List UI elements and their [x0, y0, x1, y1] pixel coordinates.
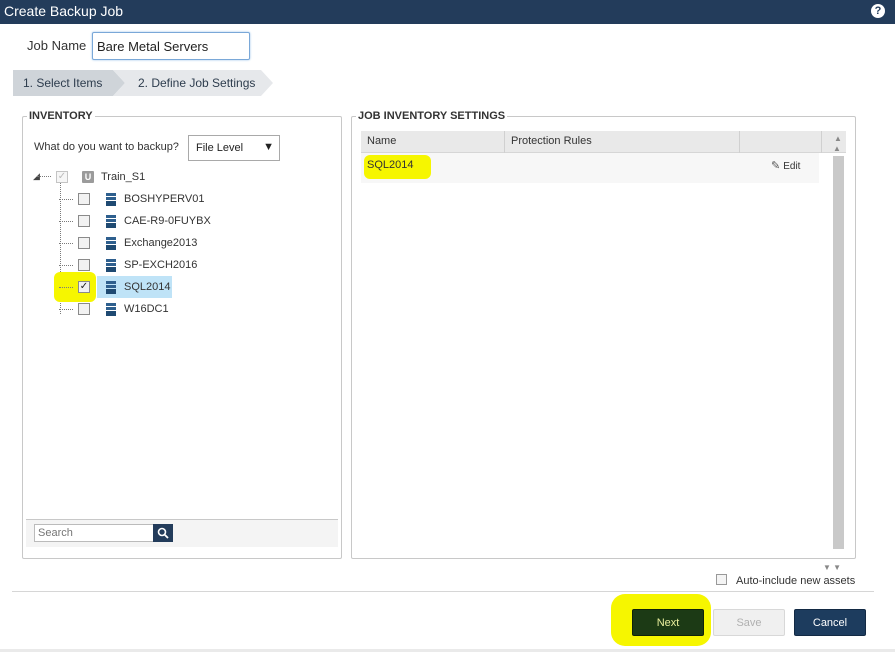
item-checkbox[interactable]	[78, 193, 90, 205]
tree-connector	[59, 243, 73, 244]
column-header-name[interactable]: Name	[367, 135, 396, 147]
table-row[interactable]: SQL2014 ✎ Edit	[361, 153, 819, 183]
server-icon	[106, 215, 116, 228]
tree-root-label: Train_S1	[101, 171, 146, 183]
inventory-panel: INVENTORY What do you want to backup? Fi…	[22, 110, 342, 559]
grid-vertical-scrollbar[interactable]: ▲ ▼ ▼	[823, 144, 845, 572]
tree-root-node[interactable]: ✓ U Train_S1	[56, 166, 256, 188]
item-checkbox[interactable]: ✓	[78, 281, 90, 293]
item-checkbox[interactable]	[78, 259, 90, 271]
tree-connector	[37, 176, 51, 177]
tree-item-cae-r9-0fuybx[interactable]: CAE-R9-0FUYBX	[59, 210, 260, 232]
inventory-search-bar	[26, 519, 338, 547]
scroll-up-icon[interactable]: ▲	[834, 134, 842, 143]
save-button[interactable]: Save	[713, 609, 785, 636]
tree-connector	[59, 199, 73, 200]
wizard-step-define-job-settings[interactable]: 2. Define Job Settings	[113, 70, 273, 96]
inventory-legend: INVENTORY	[29, 110, 93, 122]
job-name-input[interactable]	[92, 32, 250, 60]
tree-item-label: W16DC1	[124, 303, 169, 315]
next-button[interactable]: Next	[632, 609, 704, 636]
tree-item-label: SP-EXCH2016	[124, 259, 198, 271]
job-name-label: Job Name	[27, 38, 87, 53]
tree-item-label: SQL2014	[124, 281, 171, 293]
tree-connector	[59, 221, 73, 222]
row-name-cell: SQL2014	[367, 159, 414, 171]
tree-connector	[59, 287, 73, 288]
backup-level-value: File Level	[196, 142, 244, 154]
tree-connector	[59, 309, 73, 310]
pencil-icon: ✎	[771, 160, 781, 172]
column-separator	[739, 131, 740, 153]
auto-include-checkbox[interactable]	[716, 574, 727, 585]
server-icon	[106, 303, 116, 316]
tree-item-label: CAE-R9-0FUYBX	[124, 215, 211, 227]
column-separator	[504, 131, 505, 153]
inventory-search-input[interactable]	[34, 524, 154, 542]
dialog-title-bar: Create Backup Job ?	[0, 0, 895, 24]
backup-level-select[interactable]: File Level ▼	[188, 135, 280, 161]
auto-include-label: Auto-include new assets	[736, 575, 856, 587]
root-checkbox: ✓	[56, 171, 68, 183]
edit-label: Edit	[783, 161, 801, 172]
dialog-title: Create Backup Job	[4, 3, 124, 19]
tree-connector	[59, 265, 73, 266]
search-icon	[157, 527, 169, 539]
server-icon	[106, 237, 116, 250]
item-checkbox[interactable]	[78, 215, 90, 227]
item-checkbox[interactable]	[78, 303, 90, 315]
chevron-down-icon: ▼	[263, 141, 274, 153]
server-icon	[106, 193, 116, 206]
scroll-up-icon[interactable]: ▲	[833, 144, 841, 153]
search-button[interactable]	[153, 524, 173, 542]
tree-item-label: Exchange2013	[124, 237, 198, 249]
job-inventory-settings-panel: JOB INVENTORY SETTINGS Name Protection R…	[351, 110, 856, 572]
column-separator	[821, 131, 822, 153]
tree-item-label: BOSHYPERV01	[124, 193, 205, 205]
scrollbar-thumb[interactable]	[833, 156, 844, 549]
item-checkbox[interactable]	[78, 237, 90, 249]
edit-link[interactable]: ✎ Edit	[771, 159, 800, 172]
tree-item-sql2014[interactable]: ✓ SQL2014	[59, 276, 260, 298]
scroll-down-icon[interactable]: ▼ ▼	[823, 563, 841, 572]
group-u-icon: U	[82, 171, 94, 183]
server-icon	[106, 259, 116, 272]
tree-item-exchange2013[interactable]: Exchange2013	[59, 232, 260, 254]
server-icon	[106, 281, 116, 294]
footer-divider	[12, 591, 874, 592]
tree-item-boshyperv01[interactable]: BOSHYPERV01	[59, 188, 260, 210]
help-icon[interactable]: ?	[871, 4, 885, 18]
column-header-protection-rules[interactable]: Protection Rules	[511, 135, 592, 147]
cancel-button[interactable]: Cancel	[794, 609, 866, 636]
wizard-step-select-items[interactable]: 1. Select Items	[13, 70, 125, 96]
backup-question-label: What do you want to backup?	[34, 141, 179, 153]
grid-header: Name Protection Rules	[361, 131, 846, 153]
job-inventory-legend: JOB INVENTORY SETTINGS	[358, 110, 506, 122]
tree-item-w16dc1[interactable]: W16DC1	[59, 298, 260, 320]
